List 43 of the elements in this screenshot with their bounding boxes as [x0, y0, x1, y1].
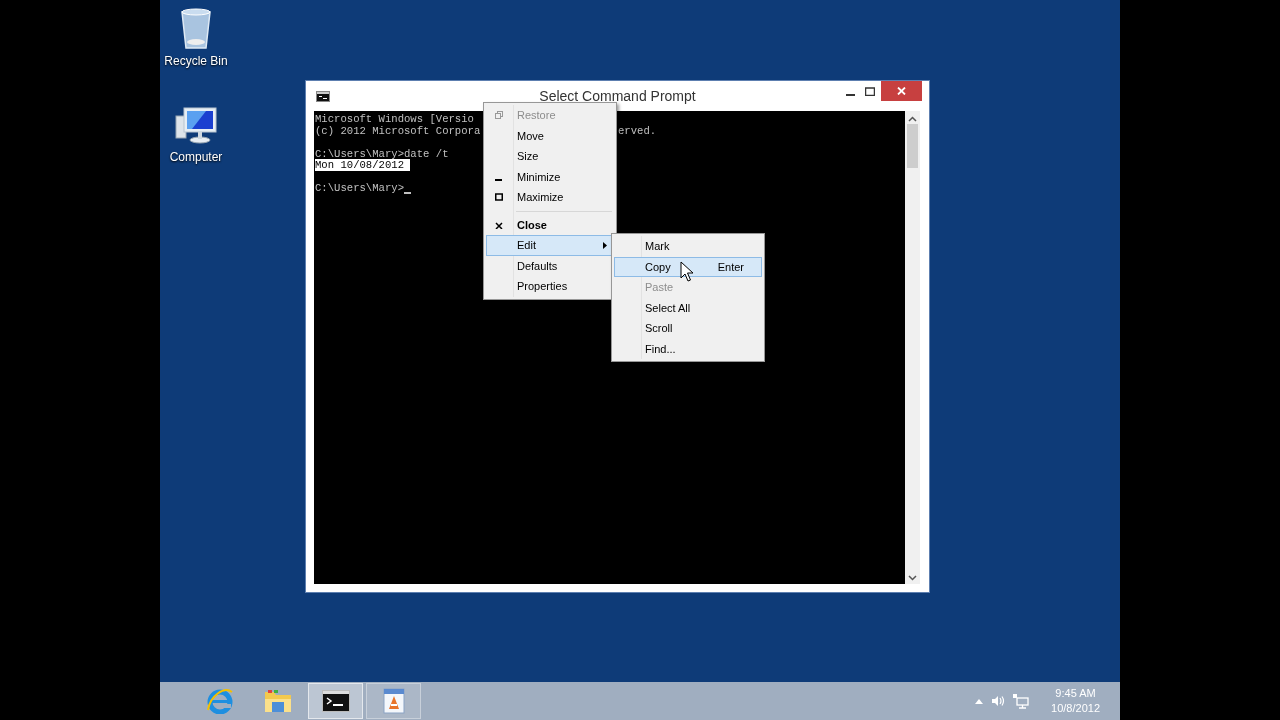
computer-icon: [174, 106, 218, 146]
browser-icon: [205, 688, 234, 714]
menu-item[interactable]: Defaults: [486, 255, 614, 276]
minimize-icon: [495, 178, 502, 181]
submenu-arrow-icon: [603, 242, 607, 249]
scroll-up-icon[interactable]: [908, 116, 917, 122]
window-title: Select Command Prompt: [539, 88, 696, 104]
maximize-icon: [865, 86, 875, 96]
menu-item[interactable]: Minimize: [486, 166, 614, 187]
menu-item[interactable]: Copy Enter: [614, 256, 762, 277]
menu-item[interactable]: Maximize: [486, 187, 614, 208]
network-icon[interactable]: [1013, 693, 1030, 709]
menu-item[interactable]: Edit: [486, 235, 614, 256]
minimize-icon: [845, 93, 855, 96]
menu-item[interactable]: Close: [486, 214, 614, 235]
menu-item[interactable]: Select All: [614, 297, 762, 318]
menu-item[interactable]: Scroll: [614, 318, 762, 339]
terminal-icon: [321, 690, 350, 712]
taskbar-button[interactable]: [308, 683, 363, 719]
scroll-thumb[interactable]: [907, 124, 918, 168]
close-icon: [897, 87, 906, 95]
console-line: erved.: [618, 125, 657, 137]
restore-icon: [495, 111, 503, 119]
document-icon: [381, 688, 406, 714]
desktop-icon-label[interactable]: Computer: [169, 150, 223, 164]
menu-item[interactable]: Properties: [486, 276, 614, 297]
menu-item[interactable]: Mark: [614, 236, 762, 257]
terminal-icon[interactable]: [316, 91, 330, 102]
mouse-pointer-icon: [680, 261, 694, 283]
menu-item[interactable]: Move: [486, 125, 614, 146]
menu-item[interactable]: Size: [486, 146, 614, 167]
scroll-down-icon[interactable]: [908, 575, 917, 581]
menu-item[interactable]: Find...: [614, 338, 762, 359]
close-icon: [495, 220, 503, 229]
shortcut-label: Enter: [717, 260, 744, 273]
folder-icon: [262, 688, 293, 714]
recycle-bin-icon: [178, 6, 214, 50]
speaker-icon[interactable]: [991, 695, 1006, 707]
maximize-icon: [495, 193, 503, 201]
close-button[interactable]: [881, 81, 922, 101]
scrollbar[interactable]: [905, 111, 920, 584]
desktop-icon-label[interactable]: Recycle Bin: [164, 54, 228, 68]
show-hidden-icons-icon[interactable]: [975, 698, 984, 704]
